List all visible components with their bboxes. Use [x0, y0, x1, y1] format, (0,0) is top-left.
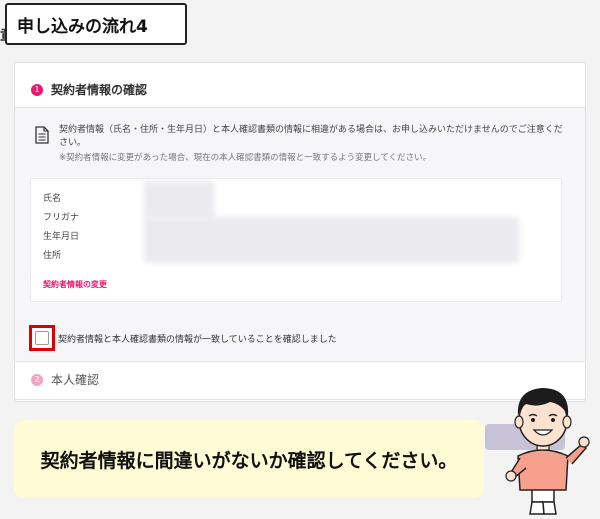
- step1-title: 契約者情報の確認: [51, 83, 148, 97]
- change-contract-info-link[interactable]: 契約者情報の変更: [43, 279, 107, 290]
- guide-character-illustration: [505, 388, 590, 515]
- step2-title: 本人確認: [51, 373, 100, 387]
- field-label-kana: フリガナ: [43, 213, 80, 223]
- confirm-checkbox-row[interactable]: 契約者情報と本人確認書類の情報が一致していることを確認しました: [29, 325, 337, 351]
- document-icon: [35, 126, 49, 144]
- step2-header: 2 本人確認: [31, 371, 99, 388]
- checkbox-highlight: [29, 325, 55, 351]
- step1-number-badge: 1: [31, 83, 43, 96]
- page-title: 申し込みの流れ4: [5, 3, 187, 45]
- field-label-name: 氏名: [43, 194, 62, 204]
- change-notice: ※契約者情報に変更があった場合、現在の本人確認書類の情報と一致するよう変更してく…: [59, 153, 432, 163]
- field-label-birthdate: 生年月日: [43, 232, 80, 242]
- redacted-details: [144, 217, 519, 263]
- instruction-callout: 契約者情報に間違いがないか確認してください。: [14, 420, 484, 498]
- confirm-checkbox[interactable]: [35, 331, 49, 345]
- mismatch-notice: 契約者情報（氏名・住所・生年月日）と本人確認書類の情報に相違がある場合は、お申し…: [59, 125, 563, 148]
- divider: [15, 361, 585, 362]
- step1-header: 1 契約者情報の確認: [31, 81, 147, 98]
- confirm-checkbox-label[interactable]: 契約者情報と本人確認書類の情報が一致していることを確認しました: [58, 332, 337, 345]
- application-card: 1 契約者情報の確認 契約者情報（氏名・住所・生年月日）と本人確認書類の情報に相…: [14, 62, 586, 402]
- contract-data-panel: 氏名 フリガナ 生年月日 住所 契約者情報の変更: [30, 178, 562, 302]
- step2-number-badge: 2: [31, 373, 43, 386]
- redacted-name: [144, 181, 214, 219]
- field-label-address: 住所: [43, 251, 62, 261]
